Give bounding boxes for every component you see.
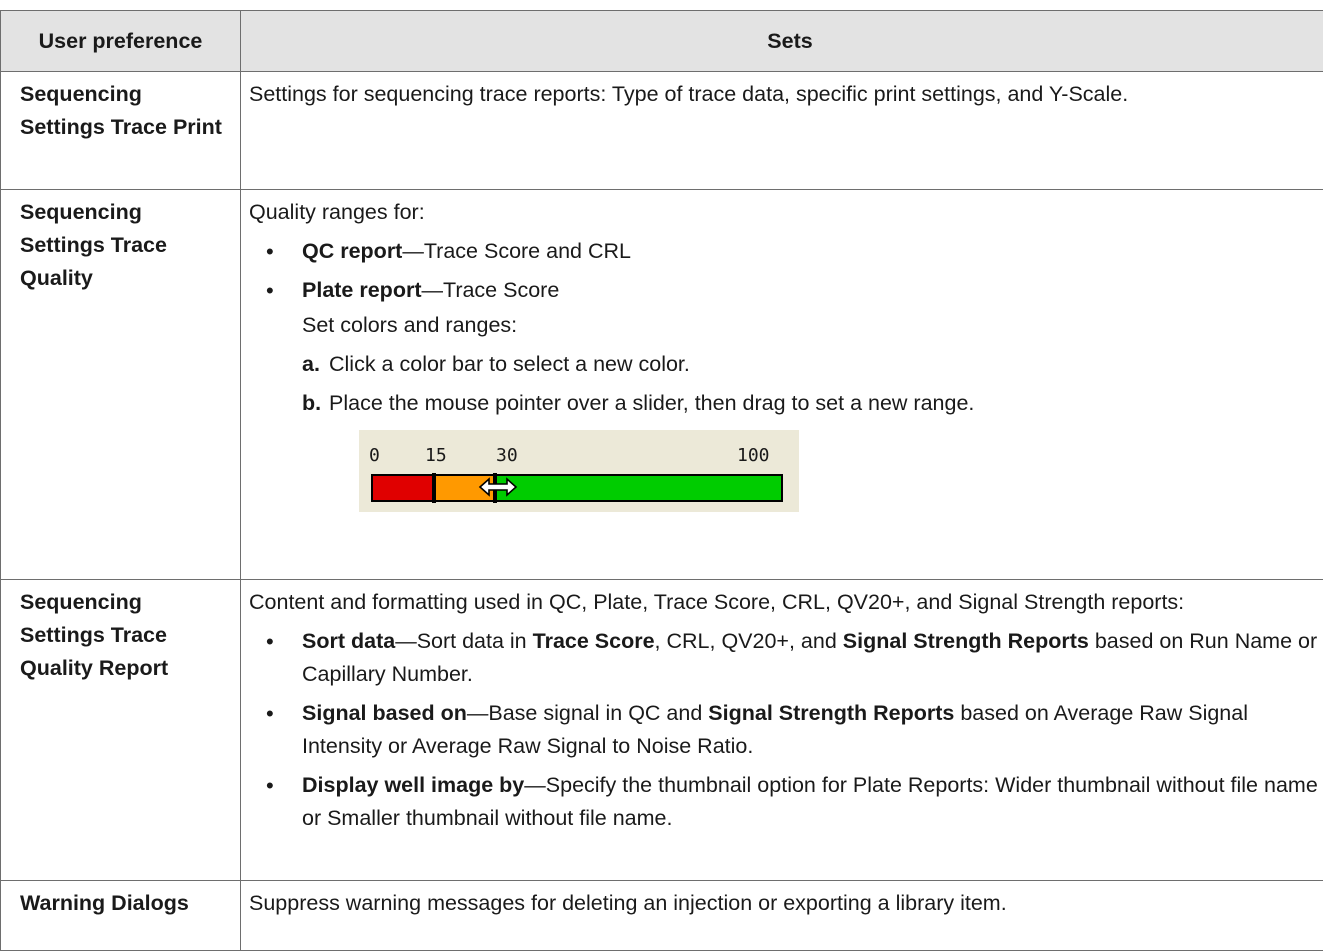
color-bar[interactable] (371, 473, 783, 503)
list-item: Display well image by—Specify the thumbn… (249, 769, 1323, 835)
slider-tick-label: 15 (425, 445, 447, 466)
pref-name: Sequencing Settings Trace Quality (0, 189, 241, 580)
bullet-desc: —Trace Score and CRL (402, 239, 631, 263)
table-row: Sequencing Settings Trace Print Settings… (0, 71, 1323, 190)
step-text: Place the mouse pointer over a slider, t… (329, 391, 975, 415)
pref-description: Quality ranges for: QC report—Trace Scor… (240, 189, 1323, 580)
bullet-list: Sort data—Sort data in Trace Score, CRL,… (249, 625, 1323, 835)
pref-name: Sequencing Settings Trace Print (0, 71, 241, 190)
high-range-color-bar[interactable] (495, 476, 781, 500)
bullet-term: Sort data (302, 629, 396, 653)
slider-tick-label: 100 (737, 445, 770, 466)
bullet-bold: Trace Score (532, 629, 655, 653)
bullet-desc: —Trace Score (421, 278, 560, 302)
bullet-term: Plate report (302, 278, 422, 302)
list-item: Signal based on—Base signal in QC and Si… (249, 697, 1323, 763)
header-sets: Sets (240, 10, 1323, 72)
table-header-row: User preference Sets (0, 10, 1323, 72)
bullet-bold: Signal Strength Reports (842, 629, 1089, 653)
pref-description: Content and formatting used in QC, Plate… (240, 579, 1323, 881)
list-item: Plate report—Trace Score (249, 274, 1323, 307)
header-user-preference: User preference (0, 10, 241, 72)
pref-name: Sequencing Settings Trace Quality Report (0, 579, 241, 881)
bullet-text: —Base signal in QC and (466, 701, 709, 725)
steps-list: a. Click a color bar to select a new colo… (249, 348, 1323, 420)
step-letter: a. (302, 352, 320, 376)
bullet-term: Display well image by (302, 773, 525, 797)
list-item: QC report—Trace Score and CRL (249, 235, 1323, 268)
intro-text: Content and formatting used in QC, Plate… (249, 590, 1185, 614)
bullet-list: QC report—Trace Score and CRL Plate repo… (249, 235, 1323, 307)
step-letter: b. (302, 391, 322, 415)
table-row: Warning Dialogs Suppress warning message… (0, 880, 1323, 951)
table-row: Sequencing Settings Trace Quality Report… (0, 579, 1323, 881)
slider-handle-low[interactable] (432, 473, 437, 503)
step-text: Click a color bar to select a new color. (329, 352, 690, 376)
list-item: Sort data—Sort data in Trace Score, CRL,… (249, 625, 1323, 691)
pref-description: Suppress warning messages for deleting a… (240, 880, 1323, 951)
list-item: b. Place the mouse pointer over a slider,… (249, 387, 1323, 420)
low-range-color-bar[interactable] (373, 476, 435, 500)
preferences-table: User preference Sets Sequencing Settings… (0, 10, 1323, 951)
slider-tick-label: 30 (496, 445, 518, 466)
bullet-term: Signal based on (302, 701, 467, 725)
bullet-text: —Sort data in (395, 629, 533, 653)
slider-tick-label: 0 (369, 445, 380, 466)
bullet-text: , CRL, QV20+, and (654, 629, 843, 653)
table-row: Sequencing Settings Trace Quality Qualit… (0, 189, 1323, 580)
list-item: a. Click a color bar to select a new colo… (249, 348, 1323, 381)
intro-text: Quality ranges for: (249, 200, 425, 224)
set-colors-text: Set colors and ranges: (302, 313, 518, 337)
horizontal-resize-cursor-icon (478, 477, 518, 497)
bullet-bold: Signal Strength Reports (708, 701, 955, 725)
pref-description: Settings for sequencing trace reports: T… (240, 71, 1323, 190)
bullet-term: QC report (302, 239, 403, 263)
pref-name: Warning Dialogs (0, 880, 241, 951)
quality-range-slider: 0 15 30 100 (359, 430, 799, 512)
